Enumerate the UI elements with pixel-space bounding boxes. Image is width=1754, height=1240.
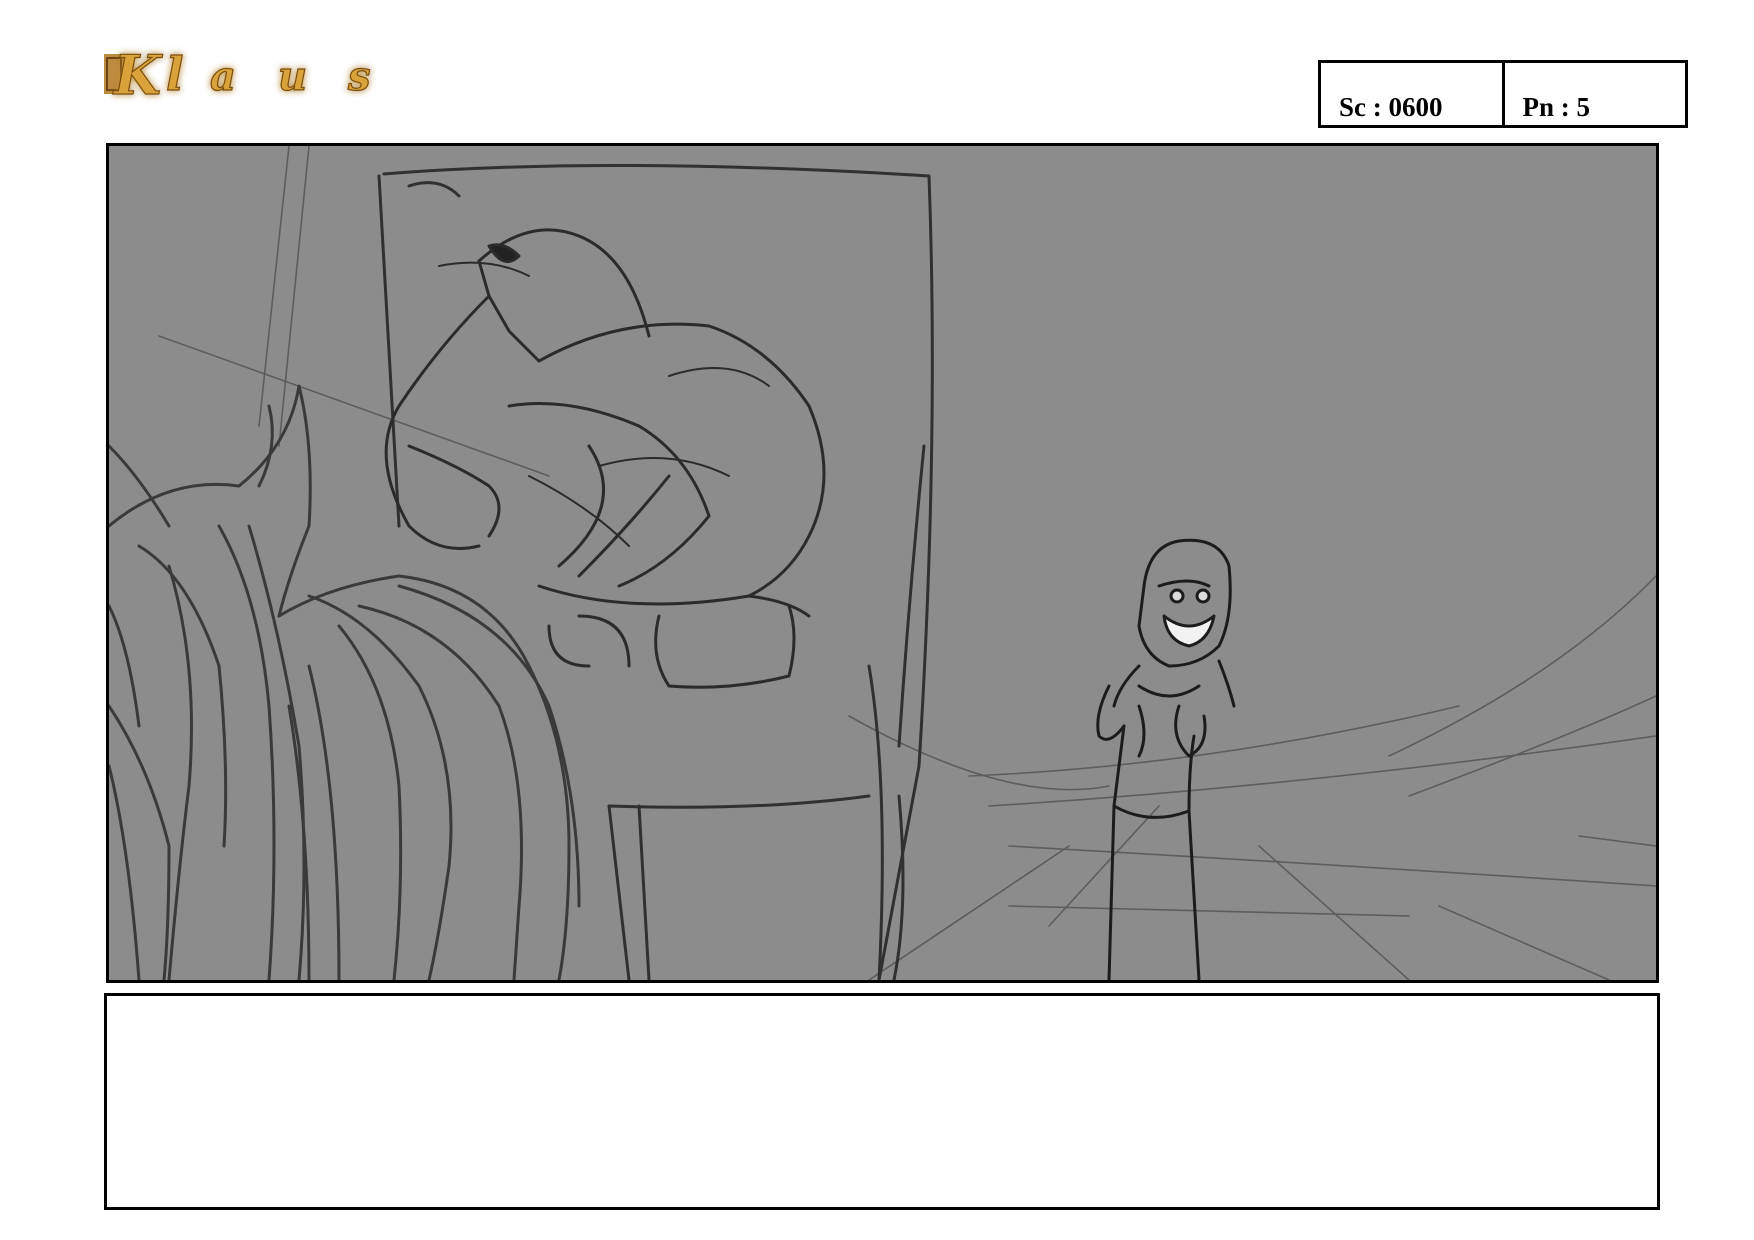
- horse-sketch: [109, 384, 581, 980]
- svg-text:l: l: [166, 47, 183, 101]
- klaus-logo-mark: K l a u s: [104, 42, 371, 108]
- storyboard-sketch: [109, 146, 1656, 980]
- panel-number: Pn : 5: [1501, 63, 1686, 125]
- svg-text:u: u: [278, 53, 307, 100]
- svg-text:a: a: [210, 53, 236, 100]
- svg-text:s: s: [347, 53, 371, 100]
- storyboard-panel: [106, 143, 1659, 983]
- scene-number: Sc : 0600: [1339, 92, 1443, 122]
- klaus-logo: K l a u s: [100, 38, 400, 118]
- logo-letters: K: [112, 43, 163, 107]
- panel-notes-box[interactable]: [104, 993, 1660, 1210]
- throne-sketch: [377, 163, 934, 980]
- seated-figure-sketch: [384, 228, 826, 689]
- scene-info-box: Sc : 0600 Pn : 5: [1318, 60, 1688, 128]
